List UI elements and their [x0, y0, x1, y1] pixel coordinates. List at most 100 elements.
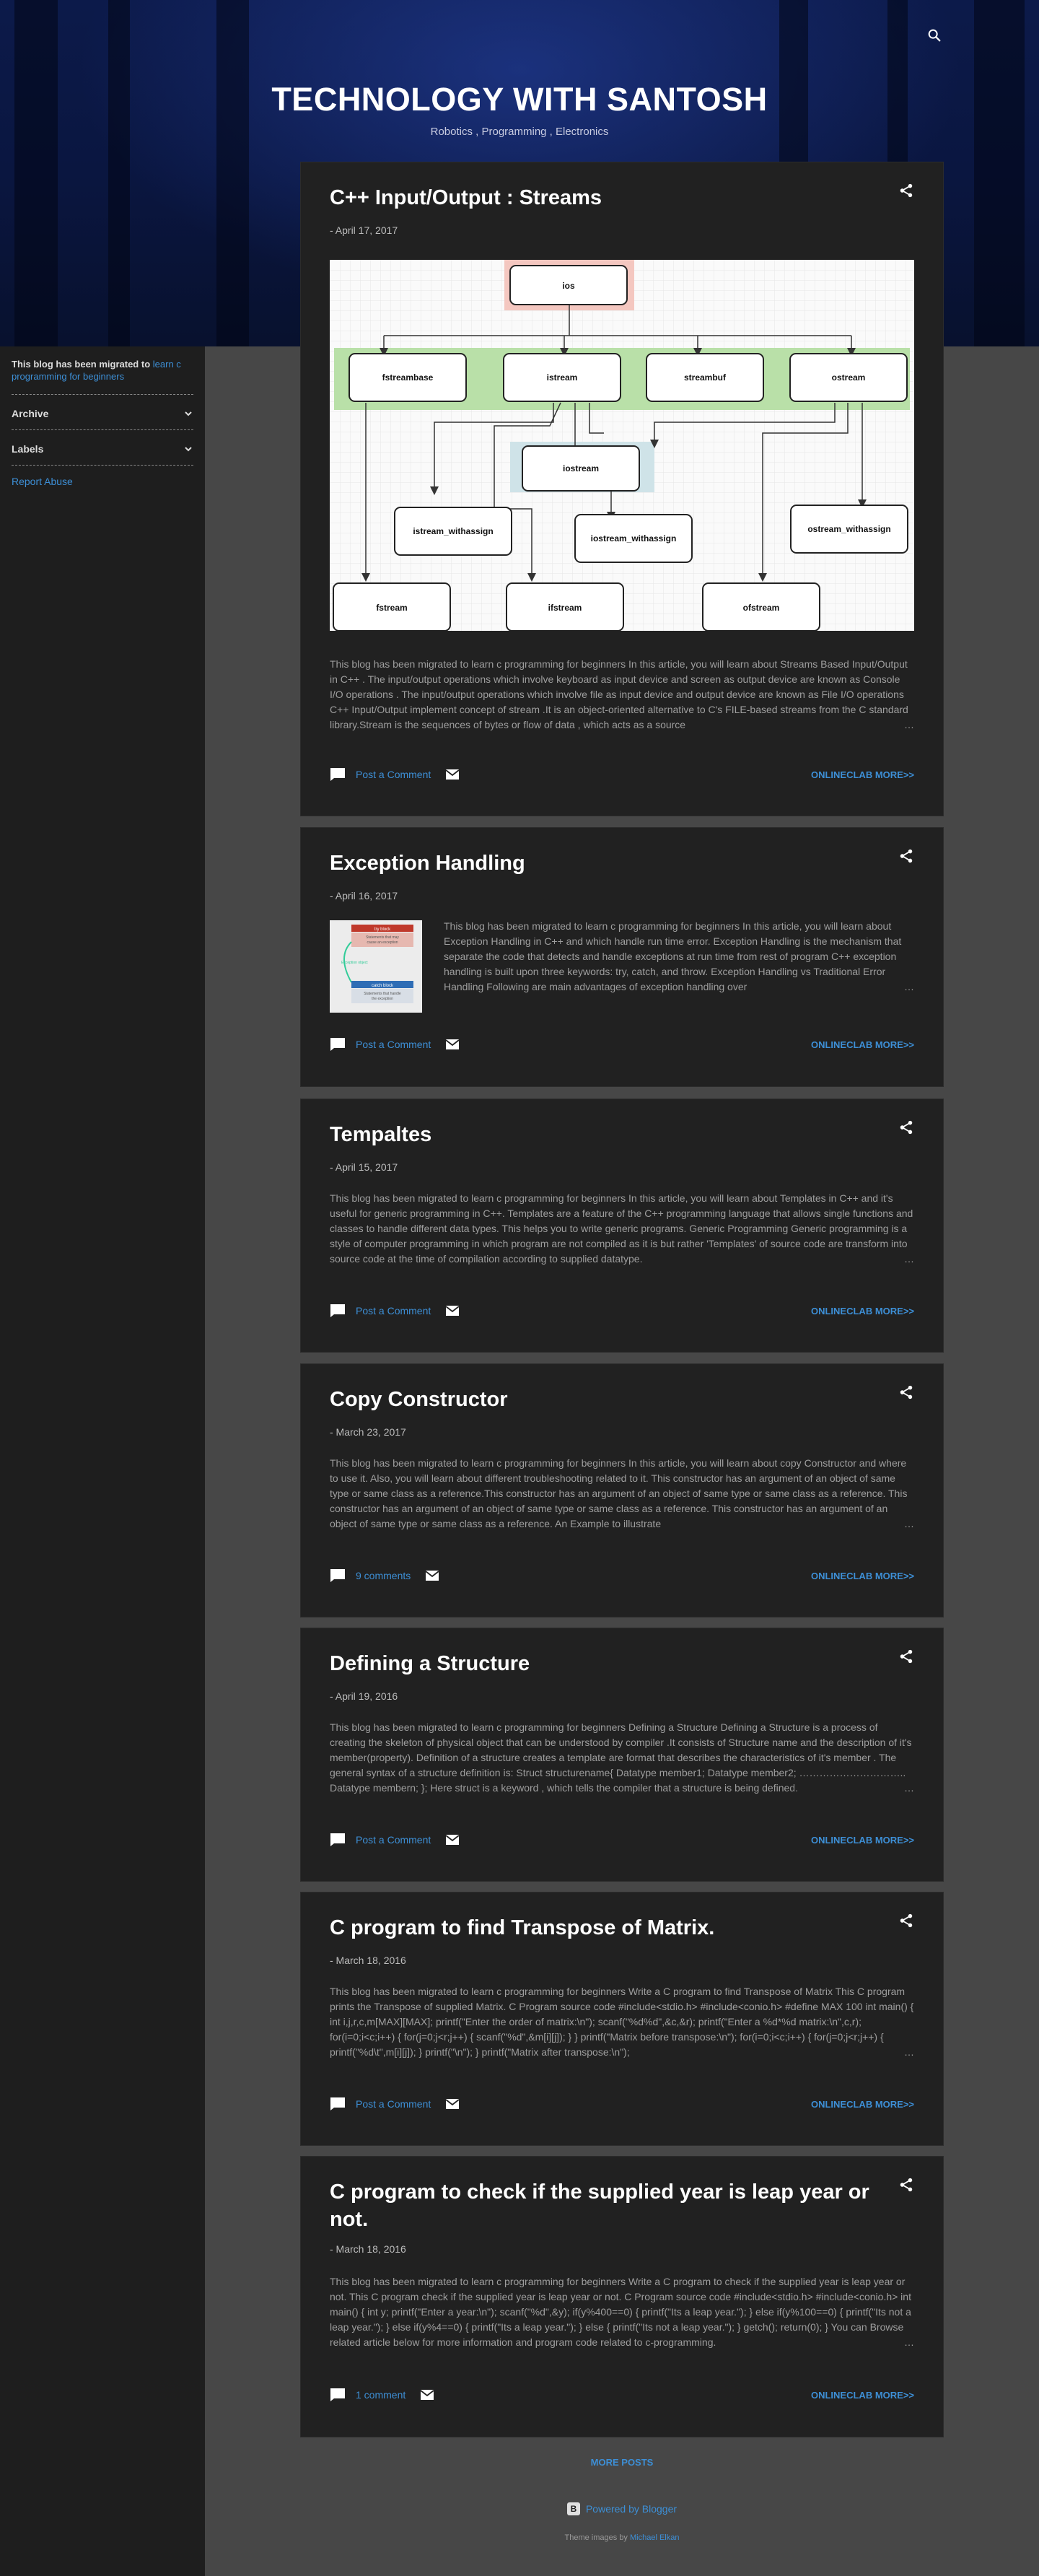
read-more-link[interactable]: ONLINECLAB MORE>> [811, 1835, 914, 1846]
comments-link[interactable]: 9 comments [356, 1570, 411, 1581]
archive-label: Archive [12, 408, 49, 419]
post-title[interactable]: C program to check if the supplied year … [330, 2178, 878, 2233]
comments-link[interactable]: Post a Comment [356, 1834, 431, 1846]
diagram-node: iostream [563, 463, 599, 473]
read-more-link[interactable]: ONLINECLAB MORE>> [811, 1306, 914, 1317]
ellipsis: … [784, 1781, 914, 1796]
read-more-link[interactable]: ONLINECLAB MORE>> [811, 1039, 914, 1050]
theme-credit-prefix: Theme images by [564, 2533, 628, 2542]
comments-link[interactable]: 1 comment [356, 2389, 405, 2401]
ellipsis: … [784, 2045, 914, 2060]
mail-icon[interactable] [445, 769, 460, 780]
post-date: - April 15, 2017 [330, 1161, 398, 1173]
ellipsis: … [784, 717, 914, 733]
diagram-node: ostream [832, 372, 866, 383]
post-title[interactable]: C program to find Transpose of Matrix. [330, 1914, 878, 1942]
post-footer: Post a Comment ONLINECLAB MORE>> [330, 1833, 914, 1847]
mail-icon[interactable] [420, 2389, 434, 2401]
post-title[interactable]: Tempaltes [330, 1121, 878, 1148]
blogger-icon: B [566, 2502, 580, 2515]
share-icon[interactable] [898, 2177, 914, 2193]
post-card: C++ Input/Output : Streams - April 17, 2… [301, 162, 943, 816]
archive-toggle[interactable]: Archive [12, 395, 193, 429]
labels-toggle[interactable]: Labels [12, 430, 193, 465]
post-snippet: This blog has been migrated to learn c p… [330, 2274, 914, 2350]
share-icon[interactable] [898, 183, 914, 198]
read-more-link[interactable]: ONLINECLAB MORE>> [811, 769, 914, 780]
post-footer: Post a Comment ONLINECLAB MORE>> [330, 2097, 914, 2111]
post-title[interactable]: C++ Input/Output : Streams [330, 184, 878, 211]
thumb-label: try block [374, 927, 391, 932]
post-snippet: This blog has been migrated to learn c p… [444, 919, 914, 995]
diagram-node: fstream [376, 603, 407, 613]
diagram-node: ifstream [548, 603, 582, 613]
post-snippet: This blog has been migrated to learn c p… [330, 1191, 914, 1267]
more-posts-button[interactable]: MORE POSTS [301, 2457, 943, 2468]
tree-silhouette [108, 0, 130, 346]
site-title[interactable]: TECHNOLOGY WITH SANTOSH [0, 81, 1039, 118]
diagram-node: istream_withassign [413, 526, 493, 536]
post-card: Copy Constructor - March 23, 2017 This b… [301, 1364, 943, 1617]
diagram-node: fstreambase [382, 372, 434, 383]
report-abuse-link[interactable]: Report Abuse [12, 476, 193, 487]
post-title[interactable]: Defining a Structure [330, 1650, 878, 1677]
diagram-node: iostream_withassign [591, 533, 677, 543]
share-icon[interactable] [898, 848, 914, 864]
theme-credit: Theme images by Michael Elkan [301, 2533, 943, 2542]
comment-icon[interactable] [330, 1833, 346, 1847]
comments-link[interactable]: Post a Comment [356, 1039, 431, 1050]
divider [12, 465, 193, 466]
site-subtitle: Robotics , Programming , Electronics [430, 126, 609, 138]
share-icon[interactable] [898, 1913, 914, 1929]
chevron-down-icon [185, 411, 192, 416]
ellipsis: … [784, 2335, 914, 2350]
read-more-link[interactable]: ONLINECLAB MORE>> [811, 2099, 914, 2110]
theme-credit-link[interactable]: Michael Elkan [630, 2533, 679, 2542]
comments-link[interactable]: Post a Comment [356, 1305, 431, 1317]
powered-by[interactable]: B Powered by Blogger [301, 2502, 943, 2515]
comment-icon[interactable] [330, 767, 346, 782]
tree-silhouette [216, 0, 249, 346]
powered-by-label[interactable]: Powered by Blogger [586, 2503, 677, 2515]
post-date: - March 23, 2017 [330, 1426, 406, 1438]
comment-icon[interactable] [330, 1304, 346, 1318]
comments-link[interactable]: Post a Comment [356, 2098, 431, 2110]
diagram-node: streambuf [684, 372, 727, 383]
stream-hierarchy-diagram[interactable]: ios fstreambase istream streambuf ostrea… [330, 260, 914, 631]
comment-icon[interactable] [330, 2097, 346, 2111]
share-icon[interactable] [898, 1119, 914, 1135]
diagram-node: ostream_withassign [807, 524, 890, 534]
post-snippet: This blog has been migrated to learn c p… [330, 1456, 914, 1532]
share-icon[interactable] [898, 1649, 914, 1664]
mail-icon[interactable] [445, 1305, 460, 1317]
ellipsis: … [784, 1252, 914, 1267]
labels-label: Labels [12, 443, 44, 455]
thumb-label: catch block [372, 984, 394, 988]
migration-note-text: This blog has been migrated to [12, 359, 151, 370]
comment-icon[interactable] [330, 2388, 346, 2402]
post-date: - April 19, 2016 [330, 1690, 398, 1702]
mail-icon[interactable] [425, 1570, 439, 1581]
post-footer: Post a Comment ONLINECLAB MORE>> [330, 767, 914, 782]
post-card: Exception Handling - April 16, 2017 try … [301, 828, 943, 1086]
read-more-link[interactable]: ONLINECLAB MORE>> [811, 2390, 914, 2401]
comment-icon[interactable] [330, 1037, 346, 1052]
read-more-link[interactable]: ONLINECLAB MORE>> [811, 1571, 914, 1581]
post-title[interactable]: Copy Constructor [330, 1386, 878, 1413]
post-footer: Post a Comment ONLINECLAB MORE>> [330, 1304, 914, 1318]
post-card: C program to check if the supplied year … [301, 2157, 943, 2437]
thumb-label: Statements that handle [364, 992, 401, 996]
comment-icon[interactable] [330, 1568, 346, 1583]
share-icon[interactable] [898, 1384, 914, 1400]
mail-icon[interactable] [445, 1834, 460, 1846]
sidebar: This blog has been migrated to learn c p… [0, 346, 205, 2576]
post-title[interactable]: Exception Handling [330, 850, 878, 877]
mail-icon[interactable] [445, 2098, 460, 2110]
comments-link[interactable]: Post a Comment [356, 769, 431, 780]
post-footer: 9 comments ONLINECLAB MORE>> [330, 1568, 914, 1583]
mail-icon[interactable] [445, 1039, 460, 1050]
search-icon[interactable] [926, 27, 942, 43]
post-date: - March 18, 2016 [330, 1955, 406, 1966]
post-thumbnail[interactable]: try block Statements that may cause an e… [330, 920, 422, 1013]
migration-note: This blog has been migrated to learn c p… [12, 358, 193, 383]
